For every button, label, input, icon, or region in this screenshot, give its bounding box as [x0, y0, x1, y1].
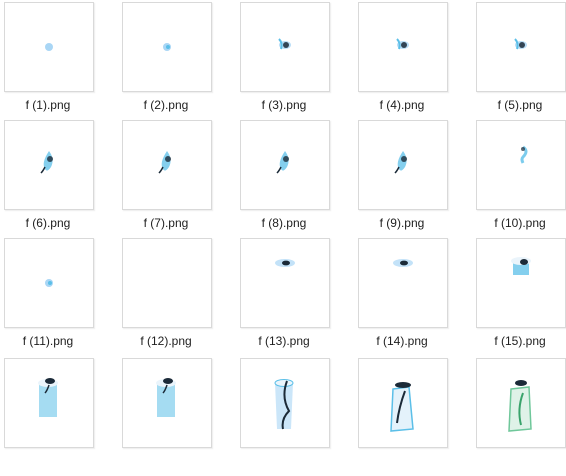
- art-bottle: [390, 382, 414, 432]
- file-name-label[interactable]: f (4).png: [347, 98, 457, 112]
- art-blue-wisp: [514, 38, 527, 50]
- file-thumbnail[interactable]: [476, 2, 566, 92]
- file-thumbnail[interactable]: [476, 238, 566, 328]
- file-item[interactable]: [240, 358, 358, 476]
- file-name-label[interactable]: f (6).png: [0, 216, 103, 230]
- art-eye: [393, 259, 413, 267]
- file-thumbnail[interactable]: [122, 238, 212, 328]
- file-thumbnail[interactable]: [122, 358, 212, 448]
- art-eye: [275, 259, 295, 267]
- file-thumbnail[interactable]: [358, 358, 448, 448]
- art-blue-wisp: [278, 38, 291, 50]
- file-item[interactable]: f (2).png: [122, 2, 240, 120]
- file-thumbnail[interactable]: [358, 238, 448, 328]
- file-item[interactable]: f (12).png: [122, 238, 240, 356]
- art-blue-flame: [158, 151, 171, 174]
- file-thumbnail[interactable]: [476, 358, 566, 448]
- art-blue-flame: [40, 151, 53, 174]
- file-item[interactable]: f (7).png: [122, 120, 240, 238]
- file-item[interactable]: f (15).png: [476, 238, 566, 356]
- art-blue-wisp: [396, 38, 409, 50]
- file-name-label[interactable]: f (13).png: [229, 334, 339, 348]
- file-item[interactable]: [476, 358, 566, 476]
- file-name-label[interactable]: f (3).png: [229, 98, 339, 112]
- file-name-label[interactable]: f (9).png: [347, 216, 457, 230]
- art-empty: [123, 239, 211, 327]
- art-blue-hook: [520, 145, 528, 164]
- file-item[interactable]: f (6).png: [4, 120, 122, 238]
- file-item[interactable]: f (10).png: [476, 120, 566, 238]
- file-thumbnail[interactable]: [476, 120, 566, 210]
- file-name-label[interactable]: f (15).png: [465, 334, 566, 348]
- file-name-label[interactable]: f (14).png: [347, 334, 457, 348]
- file-item[interactable]: f (5).png: [476, 2, 566, 120]
- file-item[interactable]: f (14).png: [358, 238, 476, 356]
- art-eye-drip: [511, 257, 531, 275]
- file-item[interactable]: f (9).png: [358, 120, 476, 238]
- file-item[interactable]: [4, 358, 122, 476]
- file-thumbnail[interactable]: [240, 2, 330, 92]
- file-item[interactable]: f (11).png: [4, 238, 122, 356]
- art-blue-orb: [163, 43, 171, 51]
- file-item[interactable]: [358, 358, 476, 476]
- file-thumbnail[interactable]: [122, 2, 212, 92]
- file-thumbnail[interactable]: [358, 120, 448, 210]
- file-name-label[interactable]: f (12).png: [111, 334, 221, 348]
- file-thumbnail[interactable]: [240, 238, 330, 328]
- file-name-label[interactable]: f (11).png: [0, 334, 103, 348]
- file-thumbnail[interactable]: [4, 358, 94, 448]
- file-thumbnail[interactable]: [240, 358, 330, 448]
- file-grid: f (1).png f (2).png f (3).png f (4).png f…: [0, 0, 566, 451]
- file-item[interactable]: f (13).png: [240, 238, 358, 356]
- file-thumbnail[interactable]: [4, 238, 94, 328]
- art-figure-tall: [274, 379, 294, 430]
- file-thumbnail[interactable]: [4, 120, 94, 210]
- art-blue-flame: [394, 151, 407, 174]
- file-name-label[interactable]: f (7).png: [111, 216, 221, 230]
- art-figure-short: [156, 378, 176, 417]
- file-item[interactable]: f (4).png: [358, 2, 476, 120]
- art-figure-short: [38, 378, 58, 417]
- file-item[interactable]: f (8).png: [240, 120, 358, 238]
- art-blue-orb: [45, 279, 53, 287]
- file-thumbnail[interactable]: [122, 120, 212, 210]
- file-name-label[interactable]: f (1).png: [0, 98, 103, 112]
- file-thumbnail[interactable]: [240, 120, 330, 210]
- file-item[interactable]: f (3).png: [240, 2, 358, 120]
- file-item[interactable]: f (1).png: [4, 2, 122, 120]
- file-item[interactable]: [122, 358, 240, 476]
- file-name-label[interactable]: f (8).png: [229, 216, 339, 230]
- file-name-label[interactable]: f (2).png: [111, 98, 221, 112]
- art-blue-flame: [276, 151, 289, 174]
- file-thumbnail[interactable]: [358, 2, 448, 92]
- file-thumbnail[interactable]: [4, 2, 94, 92]
- art-bottle-green: [508, 380, 532, 432]
- file-name-label[interactable]: f (10).png: [465, 216, 566, 230]
- file-name-label[interactable]: f (5).png: [465, 98, 566, 112]
- art-dot: [45, 43, 53, 51]
